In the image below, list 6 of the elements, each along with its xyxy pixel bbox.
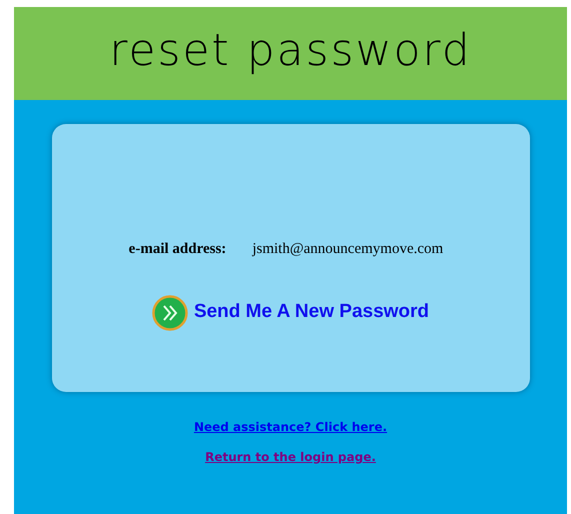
- email-label: e-mail address:: [128, 240, 226, 259]
- double-chevron-icon: [152, 294, 188, 330]
- send-password-button[interactable]: Send Me A New Password: [152, 294, 430, 330]
- text-link[interactable]: Return to the login page.: [205, 448, 376, 466]
- text-link[interactable]: Need assistance? Click here.: [194, 418, 388, 436]
- page-title: reset password: [109, 28, 472, 78]
